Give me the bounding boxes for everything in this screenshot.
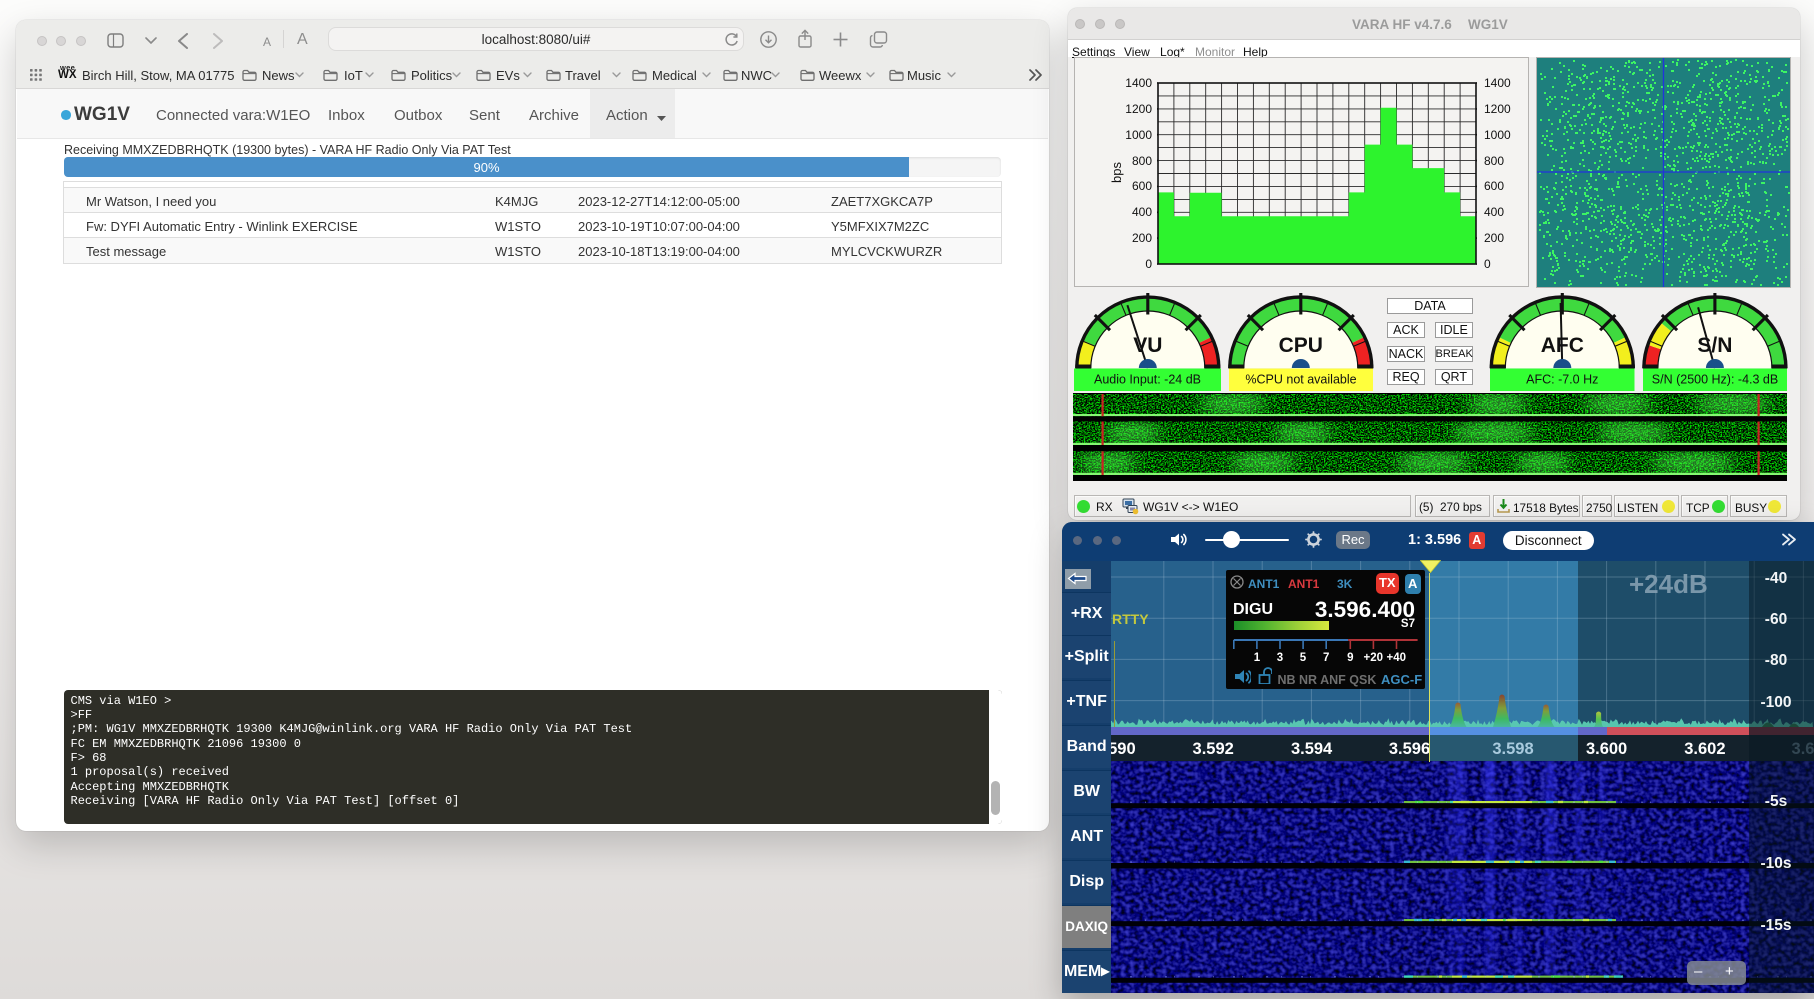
svg-text:AFC: -7.0 Hz: AFC: -7.0 Hz	[1526, 373, 1598, 387]
svg-text:S/N (2500 Hz): -4.3 dB: S/N (2500 Hz): -4.3 dB	[1652, 373, 1778, 387]
svg-text:CPU: CPU	[1279, 334, 1323, 357]
svg-text:S/N: S/N	[1697, 334, 1732, 357]
svg-text:Audio Input: -24 dB: Audio Input: -24 dB	[1094, 373, 1201, 387]
svg-text:%CPU not available: %CPU not available	[1245, 373, 1356, 387]
